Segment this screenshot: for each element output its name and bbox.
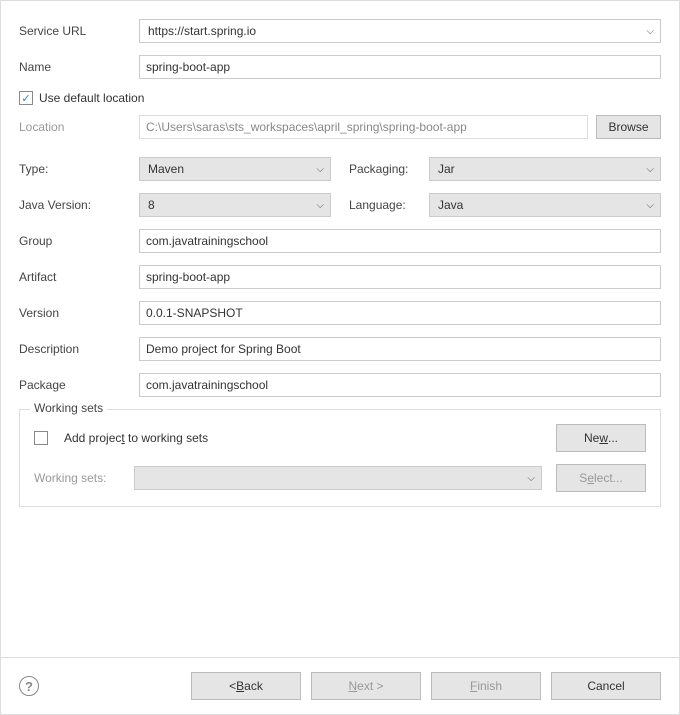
working-sets-select-label: Working sets: [34, 471, 124, 485]
package-label: Package [19, 378, 139, 392]
description-input[interactable] [139, 337, 661, 361]
type-label: Type: [19, 162, 139, 176]
service-url-label: Service URL [19, 24, 139, 38]
service-url-value: https://start.spring.io [148, 24, 256, 38]
java-version-select[interactable]: 8 ⌵ [139, 193, 331, 217]
chevron-down-icon: ⌵ [646, 200, 654, 211]
location-label: Location [19, 120, 139, 134]
package-input[interactable] [139, 373, 661, 397]
language-select[interactable]: Java ⌵ [429, 193, 661, 217]
packaging-label: Packaging: [349, 162, 429, 176]
type-select[interactable]: Maven ⌵ [139, 157, 331, 181]
java-version-label: Java Version: [19, 198, 139, 212]
group-label: Group [19, 234, 139, 248]
next-button: Next > [311, 672, 421, 700]
name-input[interactable] [139, 55, 661, 79]
wizard-button-bar: ? < Back Next > Finish Cancel [1, 657, 679, 714]
chevron-down-icon: ⌵ [527, 473, 535, 484]
group-input[interactable] [139, 229, 661, 253]
location-input: C:\Users\saras\sts_workspaces\april_spri… [139, 115, 588, 139]
language-label: Language: [349, 198, 429, 212]
chevron-down-icon: ⌵ [316, 164, 324, 175]
packaging-select[interactable]: Jar ⌵ [429, 157, 661, 181]
artifact-label: Artifact [19, 270, 139, 284]
select-working-set-button: Select... [556, 464, 646, 492]
finish-button: Finish [431, 672, 541, 700]
use-default-location-checkbox[interactable]: ✓ [19, 91, 33, 105]
chevron-down-icon: ⌵ [646, 164, 654, 175]
name-label: Name [19, 60, 139, 74]
chevron-down-icon: ⌵ [646, 26, 654, 37]
version-label: Version [19, 306, 139, 320]
version-input[interactable] [139, 301, 661, 325]
add-to-working-sets-checkbox[interactable] [34, 431, 48, 445]
artifact-input[interactable] [139, 265, 661, 289]
working-sets-group: Working sets Add project to working sets… [19, 409, 661, 507]
help-icon[interactable]: ? [19, 676, 39, 696]
working-sets-select: ⌵ [134, 466, 542, 490]
new-working-set-button[interactable]: New... [556, 424, 646, 452]
back-button[interactable]: < Back [191, 672, 301, 700]
add-to-working-sets-label: Add project to working sets [64, 431, 208, 445]
working-sets-legend: Working sets [30, 401, 107, 415]
description-label: Description [19, 342, 139, 356]
use-default-location-label: Use default location [39, 91, 144, 105]
cancel-button[interactable]: Cancel [551, 672, 661, 700]
browse-button[interactable]: Browse [596, 115, 661, 139]
chevron-down-icon: ⌵ [316, 200, 324, 211]
service-url-combo[interactable]: https://start.spring.io ⌵ [139, 19, 661, 43]
